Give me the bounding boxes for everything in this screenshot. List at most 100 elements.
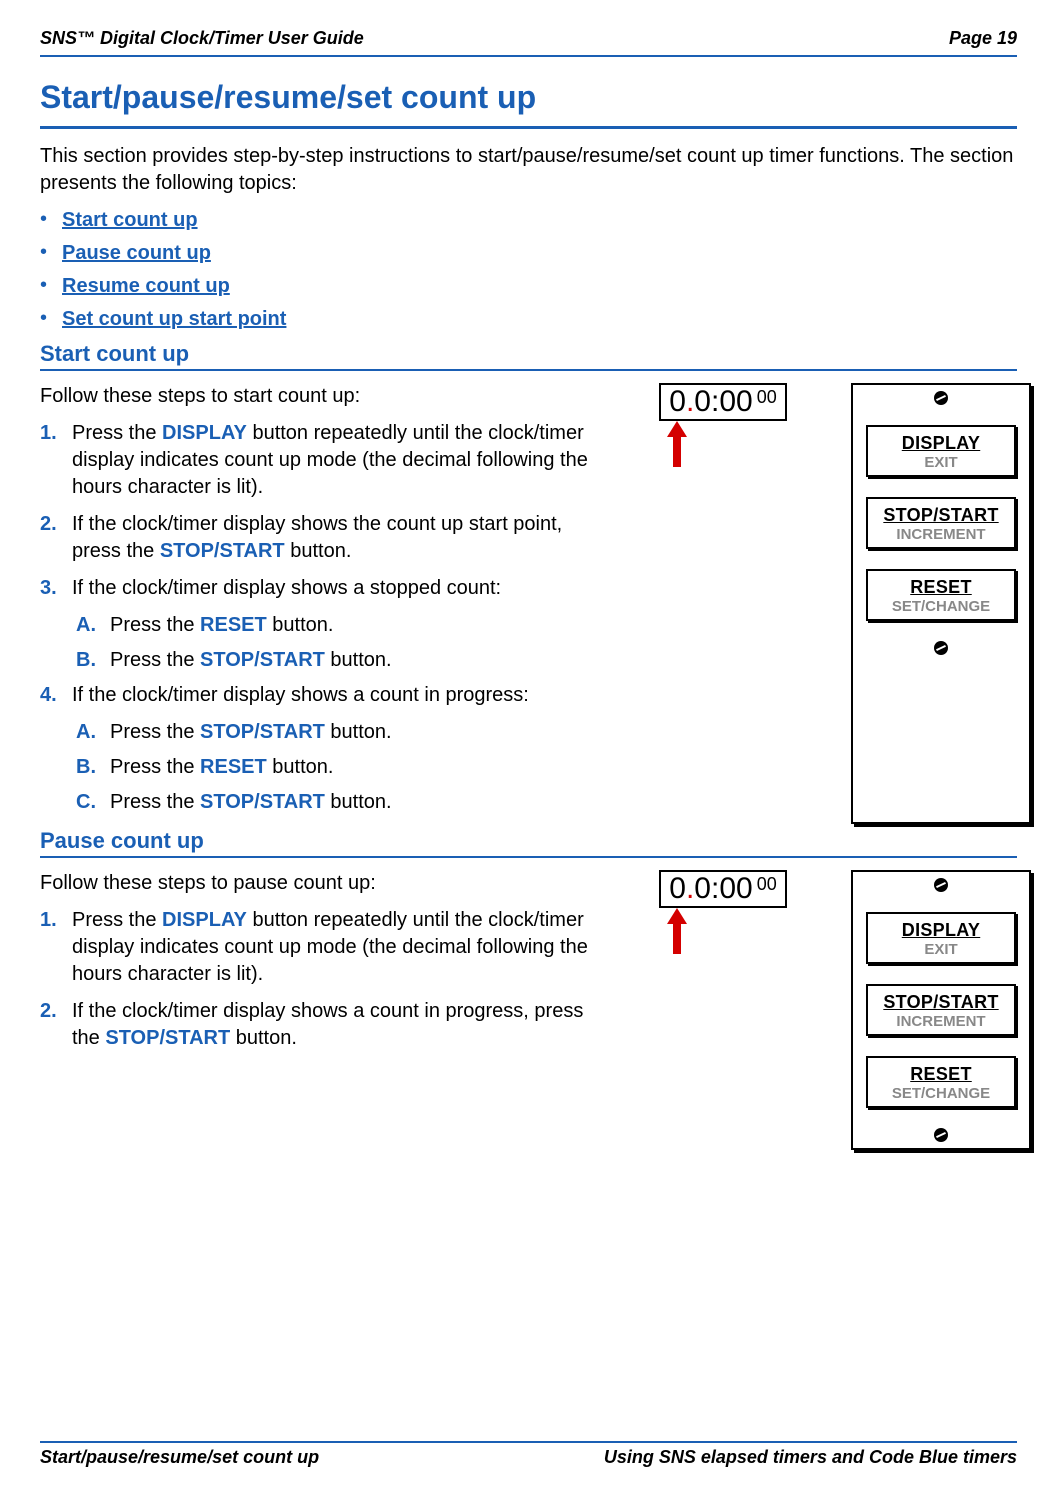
step-3a: A. Press the RESET button. xyxy=(76,612,610,639)
step-1: 1. Press the DISPLAY button repeatedly u… xyxy=(40,420,610,501)
btn-main-label: RESET xyxy=(872,577,1010,598)
controller-column: DISPLAY EXIT STOP/START INCREMENT RESET … xyxy=(836,383,1046,824)
heading-pause-count-up: Pause count up xyxy=(40,828,1017,854)
clock-hours: 0 xyxy=(669,872,686,906)
btn-sub-label: EXIT xyxy=(872,454,1010,471)
step-4: 4. If the clock/timer display shows a co… xyxy=(40,682,610,709)
controller-panel: DISPLAY EXIT STOP/START INCREMENT RESET … xyxy=(851,870,1031,1150)
step-3-sub: A. Press the RESET button. B. Press the … xyxy=(76,612,610,674)
kw-display: DISPLAY xyxy=(162,909,247,931)
screw-icon xyxy=(934,641,948,655)
clock-hundredths: 00 xyxy=(757,387,777,408)
toc-link-resume[interactable]: Resume count up xyxy=(62,275,230,297)
btn-main-label: DISPLAY xyxy=(872,920,1010,941)
clock-decimal: . xyxy=(686,385,694,419)
toc-item: Resume count up xyxy=(40,275,1017,298)
reset-button[interactable]: RESET SET/CHANGE xyxy=(866,1056,1016,1108)
step-text: If the clock/timer display shows a stopp… xyxy=(72,575,501,602)
arrow-stem xyxy=(673,437,681,467)
t: Press the xyxy=(110,791,200,813)
step-num: 2. xyxy=(40,998,62,1052)
section-pause-row: Follow these steps to pause count up: 1.… xyxy=(40,870,1017,1150)
t: button. xyxy=(267,756,334,778)
step-num: 3. xyxy=(40,575,62,602)
start-steps: 1. Press the DISPLAY button repeatedly u… xyxy=(40,420,610,816)
step-4-sub: A. Press the STOP/START button. B. Press… xyxy=(76,719,610,816)
btn-sub-label: INCREMENT xyxy=(872,526,1010,543)
t: Press the xyxy=(72,422,162,444)
t: button. xyxy=(325,721,392,743)
kw-stopstart: STOP/START xyxy=(200,791,325,813)
clock-rest: 0:00 xyxy=(694,872,752,906)
btn-main-label: DISPLAY xyxy=(872,433,1010,454)
btn-main-label: STOP/START xyxy=(872,992,1010,1013)
step-4c: C. Press the STOP/START button. xyxy=(76,789,610,816)
sub-num: A. xyxy=(76,612,100,639)
start-text-column: Follow these steps to start count up: 1.… xyxy=(40,383,610,824)
t: Press the xyxy=(110,649,200,671)
sub-num: B. xyxy=(76,754,100,781)
header-left: SNS™ Digital Clock/Timer User Guide xyxy=(40,28,364,49)
kw-stopstart: STOP/START xyxy=(160,540,285,562)
heading-start-count-up: Start count up xyxy=(40,341,1017,367)
reset-button[interactable]: RESET SET/CHANGE xyxy=(866,569,1016,621)
btn-main-label: RESET xyxy=(872,1064,1010,1085)
btn-sub-label: SET/CHANGE xyxy=(872,598,1010,615)
sub-text: Press the RESET button. xyxy=(110,612,333,639)
t: button. xyxy=(325,791,392,813)
page-title: Start/pause/resume/set count up xyxy=(40,79,1017,116)
kw-display: DISPLAY xyxy=(162,422,247,444)
start-lead: Follow these steps to start count up: xyxy=(40,383,610,410)
step-4b: B. Press the RESET button. xyxy=(76,754,610,781)
toc-link-pause[interactable]: Pause count up xyxy=(62,242,211,264)
toc-item: Pause count up xyxy=(40,242,1017,265)
toc-link-set[interactable]: Set count up start point xyxy=(62,308,286,330)
btn-sub-label: INCREMENT xyxy=(872,1013,1010,1030)
sub-num: B. xyxy=(76,647,100,674)
step-4a: A. Press the STOP/START button. xyxy=(76,719,610,746)
arrow-up-icon xyxy=(667,908,687,924)
stop-start-button[interactable]: STOP/START INCREMENT xyxy=(866,984,1016,1036)
clock-hours: 0 xyxy=(669,385,686,419)
kw-stopstart: STOP/START xyxy=(200,721,325,743)
step-num: 2. xyxy=(40,511,62,565)
sub-num: A. xyxy=(76,719,100,746)
sub-rule xyxy=(40,856,1017,858)
t: Press the xyxy=(110,614,200,636)
display-button[interactable]: DISPLAY EXIT xyxy=(866,912,1016,964)
kw-stopstart: STOP/START xyxy=(105,1027,230,1049)
controller-panel: DISPLAY EXIT STOP/START INCREMENT RESET … xyxy=(851,383,1031,824)
btn-sub-label: SET/CHANGE xyxy=(872,1085,1010,1102)
screw-icon xyxy=(934,391,948,405)
step-3b: B. Press the STOP/START button. xyxy=(76,647,610,674)
arrow-up-icon xyxy=(667,421,687,437)
step-text: If the clock/timer display shows the cou… xyxy=(72,511,610,565)
clock-display-column: 0.0:0000 xyxy=(628,383,818,824)
clock-decimal: . xyxy=(686,872,694,906)
step-2: 2. If the clock/timer display shows the … xyxy=(40,511,610,565)
btn-sub-label: EXIT xyxy=(872,941,1010,958)
t: Press the xyxy=(110,721,200,743)
toc-item: Set count up start point xyxy=(40,308,1017,331)
toc-link-start[interactable]: Start count up xyxy=(62,209,198,231)
pause-text-column: Follow these steps to pause count up: 1.… xyxy=(40,870,610,1150)
clock-display: 0.0:0000 xyxy=(659,383,786,421)
kw-reset: RESET xyxy=(200,756,267,778)
footer-right: Using SNS elapsed timers and Code Blue t… xyxy=(604,1447,1017,1468)
page-footer: Start/pause/resume/set count up Using SN… xyxy=(40,1441,1017,1468)
arrow-indicator xyxy=(667,421,687,467)
display-button[interactable]: DISPLAY EXIT xyxy=(866,425,1016,477)
stop-start-button[interactable]: STOP/START INCREMENT xyxy=(866,497,1016,549)
t: button. xyxy=(325,649,392,671)
t: button. xyxy=(285,540,352,562)
toc-item: Start count up xyxy=(40,209,1017,232)
sub-text: Press the STOP/START button. xyxy=(110,719,392,746)
step-text: Press the DISPLAY button repeatedly unti… xyxy=(72,907,610,988)
clock-hundredths: 00 xyxy=(757,874,777,895)
screw-icon xyxy=(934,878,948,892)
kw-reset: RESET xyxy=(200,614,267,636)
sub-num: C. xyxy=(76,789,100,816)
step-num: 1. xyxy=(40,420,62,501)
sub-text: Press the STOP/START button. xyxy=(110,647,392,674)
section-start-row: Follow these steps to start count up: 1.… xyxy=(40,383,1017,824)
